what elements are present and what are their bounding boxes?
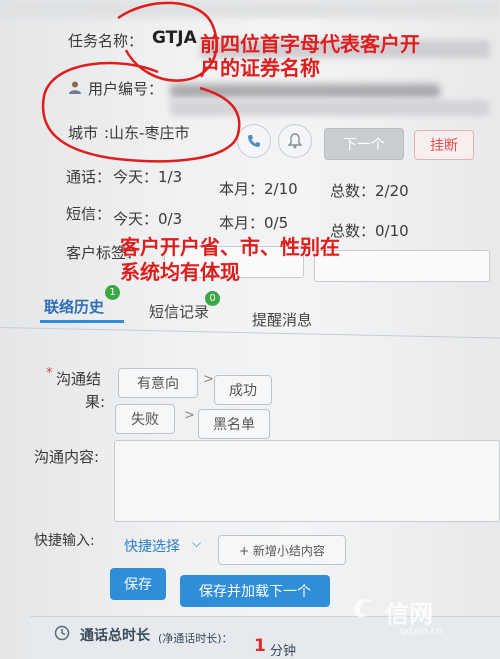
annotation-overlay (41, 1, 241, 163)
watermark-logo-icon (350, 592, 380, 622)
annotation-top-line2: 户的证券名称 (200, 56, 320, 80)
annotation-mid-line1: 客户开户省、市、性别在 (120, 235, 340, 259)
annotation-mid-line2: 系统均有体现 (120, 260, 240, 284)
watermark-brand: 信网 (385, 600, 433, 628)
watermark-url: qdxin.cn (400, 626, 443, 637)
page: 任务名称： GTJA 用户编号： 城市 :山东-枣庄市 下一个 挂断 通话： 今… (0, 0, 500, 659)
annotation-top-line1: 前四位首字母代表客户开 (200, 32, 420, 56)
